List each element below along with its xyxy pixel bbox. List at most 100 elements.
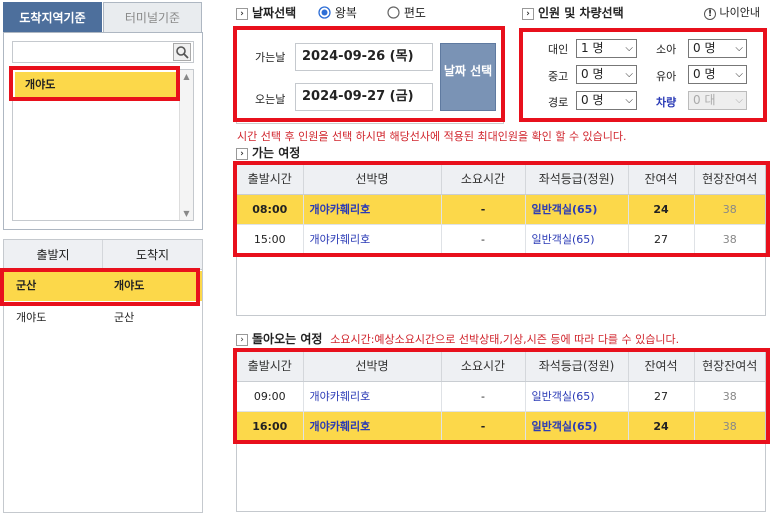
tab-terminal[interactable]: 터미널기준 bbox=[103, 2, 202, 32]
return-title: 돌아오는 여정 bbox=[252, 332, 323, 346]
col-header: 선박명 bbox=[303, 351, 442, 382]
table-row[interactable]: 09:00 개야카훼리호 - 일반객실(65) 27 38 bbox=[237, 381, 765, 412]
depart-time: 15:00 bbox=[237, 224, 304, 255]
route-panel: 출발지 도착지 군산 개야도 개야도 군산 bbox=[3, 239, 203, 513]
route-to: 군산 bbox=[114, 311, 135, 324]
duration: - bbox=[441, 381, 526, 412]
onsite-remaining: 38 bbox=[694, 381, 765, 412]
seat-grade-link[interactable]: 일반객실(65) bbox=[525, 194, 629, 225]
notice-text: 시간 선택 후 인원을 선택 하시면 해당선사에 적용된 최대인원을 확인 할 … bbox=[237, 130, 627, 143]
remaining-seats: 24 bbox=[628, 411, 695, 442]
middle-select[interactable]: 0 명 ⌵ bbox=[576, 65, 637, 84]
chevron-right-icon: › bbox=[522, 7, 534, 20]
chevron-right-icon: › bbox=[236, 7, 248, 20]
onsite-remaining: 38 bbox=[694, 224, 765, 255]
remaining-seats: 24 bbox=[628, 194, 695, 225]
col-header: 좌석등급(정원) bbox=[525, 164, 629, 195]
route-from: 개야도 bbox=[16, 311, 47, 324]
radio-checked-icon bbox=[318, 6, 331, 19]
return-note: 소요시간:예상소요시간으로 선박상태,기상,시즌 등에 따라 다를 수 있습니다… bbox=[330, 333, 680, 346]
remaining-seats: 27 bbox=[628, 381, 695, 412]
return-table-panel: 출발시간 선박명 소요시간 좌석등급(정원) 잔여석 현장잔여석 09:00 개… bbox=[236, 350, 766, 512]
region-search-input[interactable] bbox=[12, 41, 194, 63]
middle-label: 중고 bbox=[548, 70, 569, 83]
trip-roundtrip-radio[interactable]: 왕복 bbox=[318, 5, 357, 21]
ship-name-link[interactable]: 개야카훼리호 bbox=[303, 194, 442, 225]
vehicle-label: 차량 bbox=[656, 96, 677, 109]
seat-grade-link[interactable]: 일반객실(65) bbox=[525, 224, 629, 255]
ship-name-link[interactable]: 개야카훼리호 bbox=[303, 224, 442, 255]
return-date-field[interactable]: 2024-09-27 (금) bbox=[295, 83, 433, 111]
table-row[interactable]: 08:00 개야카훼리호 - 일반객실(65) 24 38 bbox=[237, 194, 765, 225]
chevron-down-icon: ⌵ bbox=[625, 69, 633, 80]
child-select[interactable]: 0 명 ⌵ bbox=[688, 39, 747, 58]
route-header: 출발지 도착지 bbox=[4, 240, 202, 270]
col-header: 출발시간 bbox=[237, 351, 304, 382]
depart-time: 09:00 bbox=[237, 381, 304, 412]
chevron-down-icon: ⌵ bbox=[735, 69, 743, 80]
people-section-title: › 인원 및 차량선택 bbox=[522, 5, 624, 21]
ship-name-link[interactable]: 개야카훼리호 bbox=[303, 411, 442, 442]
search-icon[interactable] bbox=[173, 43, 191, 61]
child-label: 소아 bbox=[656, 43, 677, 56]
return-label: 오는날 bbox=[255, 93, 286, 106]
people-panel: 대인 1 명 ⌵ 소아 0 명 ⌵ 중고 0 명 ⌵ 유아 0 명 ⌵ 경로 0 명 ⌵ … bbox=[520, 28, 765, 120]
depart-time: 16:00 bbox=[237, 411, 304, 442]
duration: - bbox=[441, 411, 526, 442]
return-table: 출발시간 선박명 소요시간 좌석등급(정원) 잔여석 현장잔여석 09:00 개… bbox=[237, 351, 765, 442]
region-item-gaeyado[interactable]: 개야도 bbox=[15, 72, 179, 98]
return-title-row: › 돌아오는 여정 소요시간:예상소요시간으로 선박상태,기상,시즌 등에 따라 … bbox=[236, 331, 679, 347]
table-row[interactable]: 16:00 개야카훼리호 - 일반객실(65) 24 38 bbox=[237, 411, 765, 442]
table-row[interactable]: 15:00 개야카훼리호 - 일반객실(65) 27 38 bbox=[237, 224, 765, 255]
col-header: 현장잔여석 bbox=[694, 351, 765, 382]
chevron-down-icon: ⌵ bbox=[625, 43, 633, 54]
onsite-remaining: 38 bbox=[694, 411, 765, 442]
col-header: 소요시간 bbox=[441, 164, 526, 195]
age-guide-link[interactable]: ! 나이안내 bbox=[704, 5, 760, 21]
seat-grade-link[interactable]: 일반객실(65) bbox=[525, 381, 629, 412]
infant-label: 유아 bbox=[656, 70, 677, 83]
date-select-button[interactable]: 날짜 선택 bbox=[440, 43, 496, 111]
route-to: 개야도 bbox=[114, 279, 145, 292]
chevron-down-icon: ⌵ bbox=[625, 95, 633, 106]
senior-select[interactable]: 0 명 ⌵ bbox=[576, 91, 637, 110]
duration: - bbox=[441, 224, 526, 255]
col-header: 출발시간 bbox=[237, 164, 304, 195]
col-header: 현장잔여석 bbox=[694, 164, 765, 195]
outbound-title: › 가는 여정 bbox=[236, 145, 300, 161]
region-list: 개야도 ▲ ▼ bbox=[12, 69, 194, 221]
region-panel: 개야도 ▲ ▼ bbox=[3, 32, 203, 230]
route-row[interactable]: 군산 개야도 bbox=[4, 271, 202, 301]
remaining-seats: 27 bbox=[628, 224, 695, 255]
senior-label: 경로 bbox=[548, 96, 569, 109]
depart-label: 가는날 bbox=[255, 51, 286, 64]
col-header: 잔여석 bbox=[628, 351, 695, 382]
route-header-from: 출발지 bbox=[4, 240, 103, 270]
infant-select[interactable]: 0 명 ⌵ bbox=[688, 65, 747, 84]
col-header: 소요시간 bbox=[441, 351, 526, 382]
col-header: 좌석등급(정원) bbox=[525, 351, 629, 382]
duration: - bbox=[441, 194, 526, 225]
date-section-title: › 날짜선택 bbox=[236, 5, 296, 21]
depart-time: 08:00 bbox=[237, 194, 304, 225]
list-scrollbar[interactable]: ▲ ▼ bbox=[179, 70, 193, 220]
depart-date-field[interactable]: 2024-09-26 (목) bbox=[295, 43, 433, 71]
route-row[interactable]: 개야도 군산 bbox=[4, 303, 202, 333]
vehicle-select: 0 대 ⌵ bbox=[688, 91, 747, 110]
route-from: 군산 bbox=[16, 279, 37, 292]
chevron-down-icon: ⌵ bbox=[735, 43, 743, 54]
col-header: 선박명 bbox=[303, 164, 442, 195]
date-panel: 가는날 2024-09-26 (목) 오는날 2024-09-27 (금) 날짜… bbox=[236, 28, 504, 124]
outbound-table: 출발시간 선박명 소요시간 좌석등급(정원) 잔여석 현장잔여석 08:00 개… bbox=[237, 164, 765, 255]
trip-oneway-radio[interactable]: 편도 bbox=[387, 5, 426, 21]
tab-region[interactable]: 도착지역기준 bbox=[3, 2, 102, 32]
col-header: 잔여석 bbox=[628, 164, 695, 195]
chevron-down-icon: ⌵ bbox=[735, 95, 743, 106]
adult-select[interactable]: 1 명 ⌵ bbox=[576, 39, 637, 58]
seat-grade-link[interactable]: 일반객실(65) bbox=[525, 411, 629, 442]
info-icon: ! bbox=[704, 8, 716, 20]
adult-label: 대인 bbox=[548, 43, 569, 56]
radio-unchecked-icon bbox=[387, 6, 400, 19]
route-header-to: 도착지 bbox=[135, 248, 170, 262]
ship-name-link[interactable]: 개야카훼리호 bbox=[303, 381, 442, 412]
